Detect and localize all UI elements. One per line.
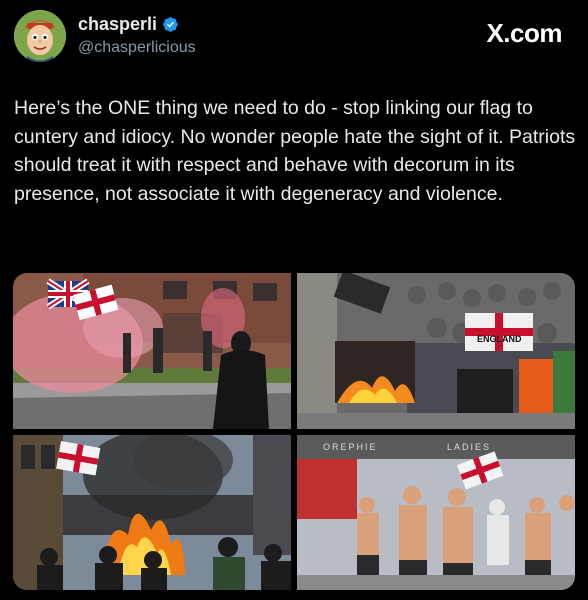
media-grid: ENGLAND OREPHIE LADIES [13, 273, 575, 590]
author-handle[interactable]: @chasperlicious [78, 39, 196, 57]
cartoon-face-avatar-icon [14, 10, 66, 62]
verified-badge-icon [162, 16, 179, 33]
photo-street-flare[interactable] [13, 273, 291, 429]
photo-crowd-fire-bins[interactable]: ENGLAND [297, 273, 575, 429]
photo-burning-car[interactable] [13, 435, 291, 590]
post-header: chasperli @chasperlicious X.com [0, 0, 588, 80]
x-logo: X.com [486, 18, 562, 48]
display-name[interactable]: chasperli [78, 14, 157, 35]
ladies-sign-text: LADIES [447, 442, 491, 452]
author-name-row: chasperli [78, 14, 179, 35]
photo-shirtless-crowd[interactable]: OREPHIE LADIES [297, 435, 575, 590]
avatar[interactable] [14, 10, 66, 62]
post-text: Here’s the ONE thing we need to do - sto… [14, 97, 576, 205]
svg-text:OREPHIE: OREPHIE [323, 442, 378, 452]
england-sign-text: ENGLAND [477, 334, 522, 344]
